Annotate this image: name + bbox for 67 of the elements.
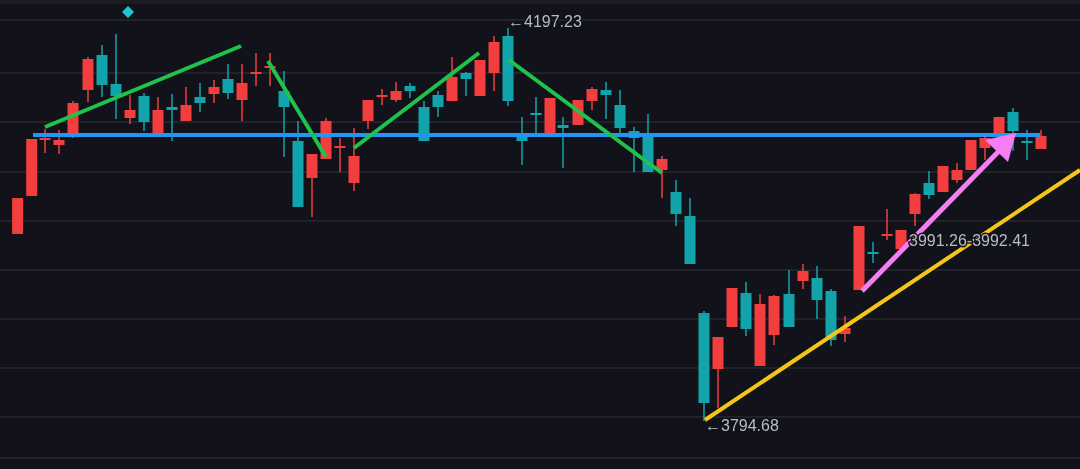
candlestick [1021,129,1033,161]
candlestick [96,44,108,98]
candlestick [180,86,192,122]
candlestick [642,113,654,173]
candlestick [783,269,795,328]
candlestick [909,192,921,227]
candlestick [138,92,150,132]
candlestick [516,116,528,166]
candlestick [937,166,949,192]
candlestick [306,153,318,218]
candlestick [726,288,738,327]
candlestick [166,93,178,142]
candlestick [264,52,276,87]
candlestick [670,179,682,227]
candlestick [82,56,94,103]
candlestick [867,241,879,264]
candlestick [923,170,935,200]
price-label: ←4197.23 [508,13,582,30]
candlestick [572,100,584,125]
candlestick [222,63,234,100]
candlestick [628,126,640,173]
candlestick [418,100,430,142]
candlestick [965,140,977,170]
candlestick [614,89,626,134]
candlestick [236,63,248,122]
candlestick [432,90,444,118]
price-label: ←3794.68 [705,417,779,434]
candlestick [586,86,598,111]
candlestick [194,82,206,113]
candlestick [684,197,696,265]
candlestick [979,136,991,161]
candlestick [1035,129,1047,150]
candlestick [825,288,837,347]
candlestick [530,96,542,135]
candlestick [656,155,668,199]
candlestick [376,88,388,106]
candlestick [993,117,1005,134]
candlestick [839,315,851,343]
candlestick [390,81,402,103]
candlestick [1007,107,1019,152]
candlestick [740,281,752,337]
candlestick [404,82,416,99]
candlestick [152,96,164,135]
candlestick [488,35,500,92]
candlestick [768,294,780,346]
candlestick [474,60,486,96]
candlestick [811,265,823,320]
candlestick [895,230,907,249]
candlestick [67,100,79,139]
candlestick [320,117,332,160]
candlestick [334,137,346,173]
candlestick [250,52,262,87]
candlestick [362,99,374,130]
candlestick [853,226,865,290]
diamond-icon [122,6,134,18]
candlestick [446,56,458,102]
candlestick [881,208,893,241]
candlestick [348,127,360,192]
candlestick [12,198,24,234]
candlestick [600,81,612,120]
candlestick [53,129,65,155]
candlestick [124,94,136,125]
candlestick [208,79,220,104]
candlestick [951,162,963,184]
candlestick [557,116,569,169]
candlestick [797,263,809,290]
candlestick [460,71,472,97]
